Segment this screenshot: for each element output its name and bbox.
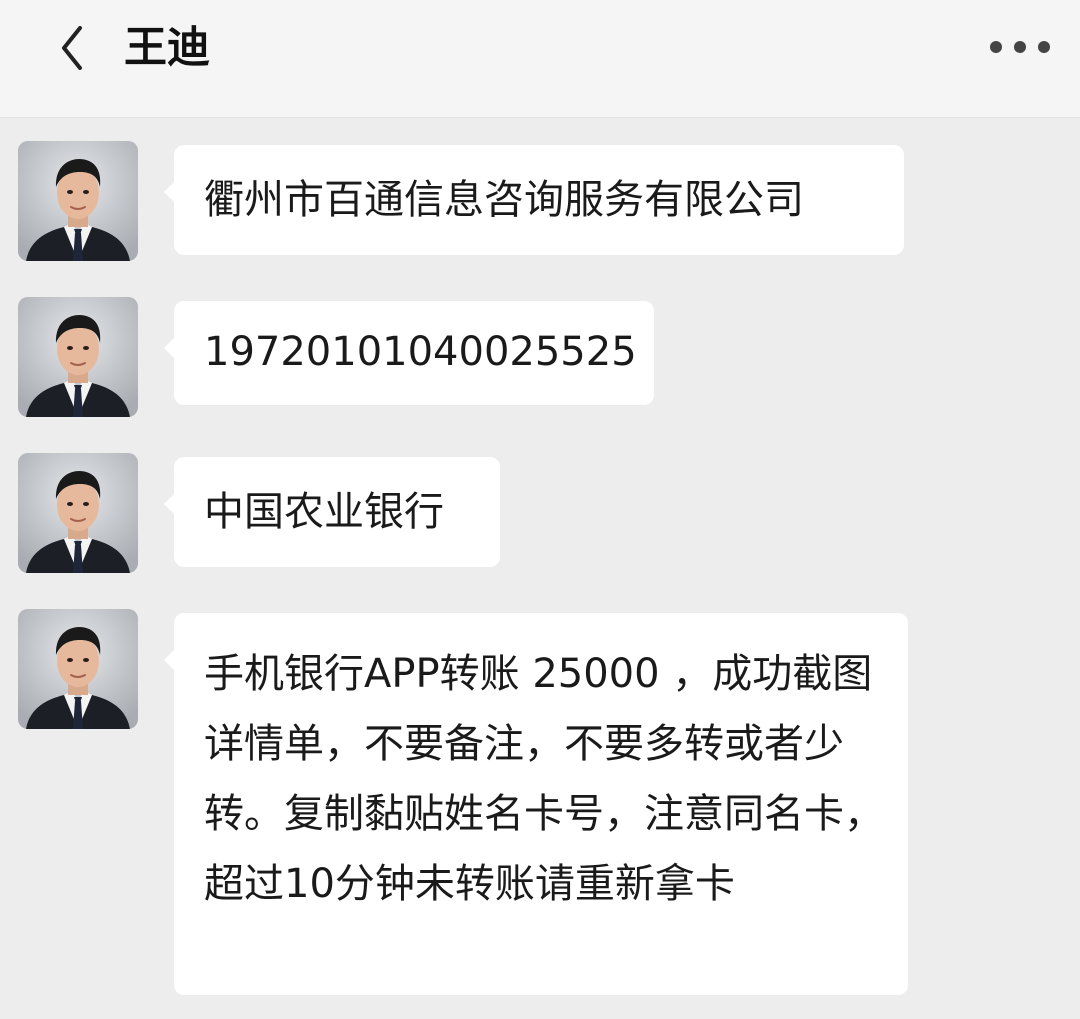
more-button[interactable]	[984, 28, 1056, 64]
chat-title: 王迪	[124, 23, 210, 73]
avatar[interactable]	[18, 453, 138, 573]
avatar[interactable]	[18, 141, 138, 261]
message-bubble[interactable]: 19720101040025525	[164, 301, 654, 405]
chevron-left-icon	[62, 26, 82, 70]
avatar[interactable]	[18, 297, 138, 417]
message-bubble[interactable]: 衢州市百通信息咨询服务有限公司	[164, 145, 904, 255]
person-avatar-icon	[18, 453, 138, 573]
message-bubble[interactable]: 中国农业银行	[164, 457, 500, 567]
more-dots-icon	[990, 41, 1002, 53]
back-button[interactable]	[52, 20, 96, 76]
message-text: 19720101040025525	[204, 329, 637, 375]
message-text: 中国农业银行	[204, 489, 444, 535]
chat-area[interactable]: 衢州市百通信息咨询服务有限公司 19720101040025525 中国农业银行…	[0, 119, 1080, 1019]
avatar[interactable]	[18, 609, 138, 729]
message-bubble[interactable]: 手机银行APP转账 25000 ，成功截图详情单，不要备注，不要多转或者少转。复…	[164, 613, 908, 995]
message-text: 手机银行APP转账 25000 ，成功截图详情单，不要备注，不要多转或者少转。复…	[204, 651, 884, 907]
message-text: 衢州市百通信息咨询服务有限公司	[204, 177, 804, 223]
nav-bar: 王迪	[0, 0, 1080, 118]
person-avatar-icon	[18, 609, 138, 729]
more-dots-icon	[1014, 41, 1026, 53]
more-dots-icon	[1038, 41, 1050, 53]
person-avatar-icon	[18, 141, 138, 261]
person-avatar-icon	[18, 297, 138, 417]
